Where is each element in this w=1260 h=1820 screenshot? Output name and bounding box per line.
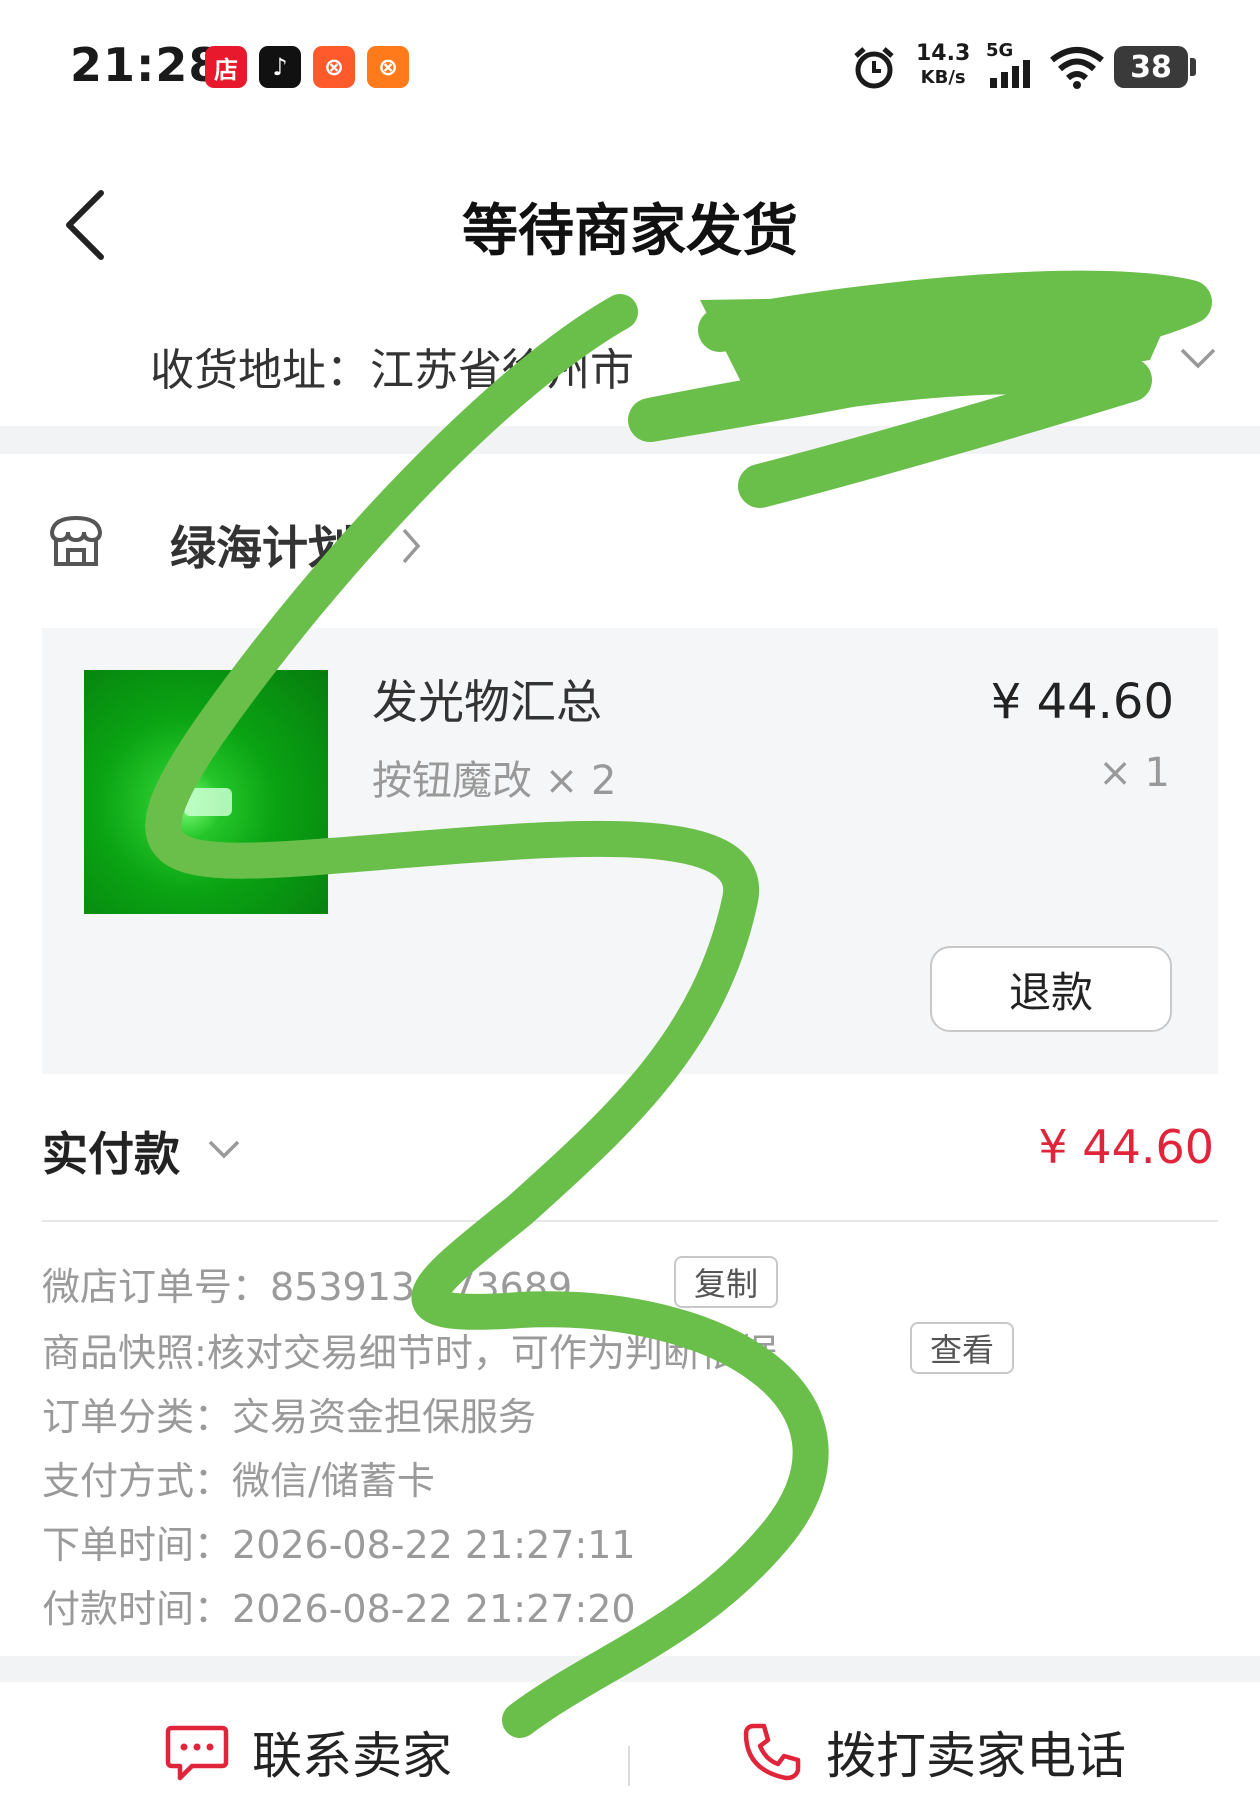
shop-name[interactable]: 绿海计划	[170, 512, 354, 578]
category-row: 订单分类：交易资金担保服务	[42, 1386, 536, 1441]
chevron-down-icon[interactable]	[1178, 346, 1218, 376]
order-time-value: 2026-08-22 21:27:11	[232, 1523, 636, 1567]
battery-icon: 38	[1114, 46, 1188, 88]
payment-method-row: 支付方式：微信/储蓄卡	[42, 1450, 435, 1505]
paid-amount: ¥ 44.60	[1038, 1120, 1214, 1174]
paid-amount-label[interactable]: 实付款	[42, 1118, 180, 1184]
douyin-icon: ♪	[259, 46, 301, 88]
section-divider	[0, 426, 1260, 454]
alarm-icon	[850, 44, 898, 96]
order-number-row: 微店订单号：853913 273689	[42, 1256, 572, 1311]
chevron-down-icon[interactable]	[206, 1138, 242, 1166]
signal-icon	[988, 58, 1038, 92]
net-speed-unit: KB/s	[920, 67, 966, 88]
product-spec: 按钮魔改 × 2	[372, 758, 617, 804]
pay-time-value: 2026-08-22 21:27:20	[232, 1587, 636, 1631]
refund-button[interactable]: 退款	[930, 946, 1172, 1032]
pay-time-row: 付款时间：2026-08-22 21:27:20	[42, 1578, 636, 1633]
shipping-address[interactable]: 收货地址：江苏省徐州市	[150, 334, 634, 398]
battery-nub	[1190, 58, 1196, 76]
status-time: 21:28	[70, 38, 222, 92]
store-icon	[46, 512, 106, 574]
snapshot-label: 商品快照:	[42, 1331, 207, 1375]
net-speed: 14.3	[916, 41, 971, 66]
copy-button[interactable]: 复制	[674, 1256, 778, 1308]
order-time-row: 下单时间：2026-08-22 21:27:11	[42, 1514, 636, 1569]
shop-app-icon: 店	[205, 46, 247, 88]
product-price: ¥ 44.60	[990, 674, 1174, 730]
order-number: 853913 273689	[270, 1265, 573, 1309]
snapshot-row: 商品快照:核对交易细节时，可作为判断依据	[42, 1322, 777, 1377]
contact-seller-label: 联系卖家	[252, 1727, 452, 1785]
section-divider	[0, 1656, 1260, 1682]
chat-bubble-icon	[165, 1725, 229, 1781]
kuaishou-lite-icon: ⊗	[367, 46, 409, 88]
snapshot-text: 核对交易细节时，可作为判断依据	[206, 1331, 777, 1375]
order-number-label: 微店订单号：	[42, 1265, 271, 1309]
divider	[628, 1746, 630, 1786]
product-thumbnail[interactable]	[84, 670, 328, 914]
page-title: 等待商家发货	[462, 199, 798, 264]
payment-method-value: 微信/储蓄卡	[232, 1459, 435, 1503]
order-time-label: 下单时间：	[42, 1523, 233, 1567]
divider	[42, 1220, 1218, 1222]
pay-time-label: 付款时间：	[42, 1587, 233, 1631]
wifi-icon	[1048, 46, 1106, 94]
product-title[interactable]: 发光物汇总	[372, 666, 602, 732]
product-quantity: × 1	[1098, 750, 1170, 796]
chevron-right-icon[interactable]	[400, 526, 422, 570]
phone-icon	[743, 1723, 801, 1781]
call-seller-button[interactable]: 拨打卖家电话	[740, 1716, 1126, 1788]
kuaishou-icon: ⊗	[313, 46, 355, 88]
payment-method-label: 支付方式：	[42, 1459, 233, 1503]
category-value: 交易资金担保服务	[232, 1395, 537, 1439]
call-seller-label: 拨打卖家电话	[826, 1727, 1126, 1785]
thumbnail-glow	[184, 788, 232, 816]
view-snapshot-button[interactable]: 查看	[910, 1322, 1014, 1374]
category-label: 订单分类：	[42, 1395, 233, 1439]
contact-seller-button[interactable]: 联系卖家	[164, 1716, 452, 1788]
